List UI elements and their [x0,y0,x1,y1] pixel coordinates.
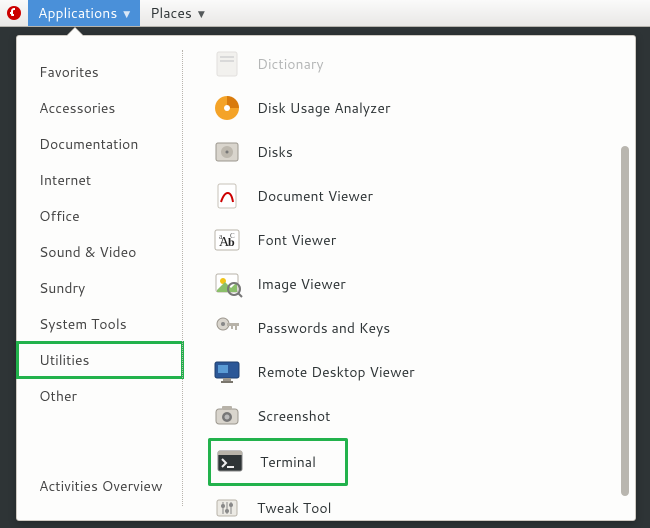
remote-desktop-icon [211,356,243,388]
tweak-tool-icon [211,492,243,520]
app-item-disk-usage-analyzer[interactable]: Disk Usage Analyzer [211,86,635,130]
app-item-disks[interactable]: Disks [211,130,635,174]
activities-overview[interactable]: Activities Overview [17,466,183,506]
sidebar-item-label: Other [39,386,77,406]
sidebar-item-favorites[interactable]: Favorites [17,54,183,90]
sidebar-item-accessories[interactable]: Accessories [17,90,183,126]
app-item-font-viewer[interactable]: AbaC Font Viewer [211,218,635,262]
sidebar-item-office[interactable]: Office [17,198,183,234]
activities-overview-label: Activities Overview [39,476,162,496]
sidebar-item-sundry[interactable]: Sundry [17,270,183,306]
app-item-tweak-tool[interactable]: Tweak Tool [211,486,635,520]
sidebar-item-other[interactable]: Other [17,378,183,414]
sidebar-item-documentation[interactable]: Documentation [17,126,183,162]
sidebar-item-label: Internet [39,170,91,190]
sidebar-item-utilities[interactable]: Utilities [17,342,183,378]
sidebar-item-label: Utilities [39,350,90,370]
app-item-label: Image Viewer [257,274,346,294]
applications-menu[interactable]: Applications ▼ [28,0,140,26]
sidebar-item-label: Accessories [39,98,115,118]
places-menu[interactable]: Places ▼ [140,0,215,26]
places-label: Places [150,3,192,23]
app-item-remote-desktop-viewer[interactable]: Remote Desktop Viewer [211,350,635,394]
sidebar-item-label: Sundry [39,278,85,298]
distro-logo-icon [0,0,28,26]
sidebar-item-label: Documentation [39,134,138,154]
image-viewer-icon [211,268,243,300]
app-item-label: Disks [257,142,293,162]
sidebar-item-label: System Tools [39,314,127,334]
app-item-document-viewer[interactable]: Document Viewer [211,174,635,218]
app-item-label: Terminal [260,452,316,472]
app-item-label: Disk Usage Analyzer [257,98,390,118]
svg-text:C: C [230,232,235,240]
app-item-terminal[interactable]: Terminal [208,438,348,486]
sidebar-item-label: Office [39,206,80,226]
applications-popup: Favorites Accessories Documentation Interne… [16,35,636,521]
app-item-label: Tweak Tool [257,498,331,518]
svg-text:a: a [219,232,223,241]
app-item-label: Passwords and Keys [257,318,390,338]
app-item-label: Font Viewer [257,230,336,250]
terminal-icon [214,446,246,478]
scrollbar[interactable] [621,146,629,500]
app-item-dictionary[interactable]: Dictionary [211,42,635,86]
chevron-down-icon: ▼ [198,7,205,20]
sidebar-item-internet[interactable]: Internet [17,162,183,198]
app-item-label: Remote Desktop Viewer [257,362,415,382]
passwords-keys-icon [211,312,243,344]
category-sidebar: Favorites Accessories Documentation Interne… [17,36,183,520]
app-item-screenshot[interactable]: Screenshot [211,394,635,438]
applications-list: Dictionary Disk Usage Analyzer Disks Docume… [183,36,635,520]
sidebar-item-sound-video[interactable]: Sound & Video [17,234,183,270]
scrollbar-thumb[interactable] [621,146,629,496]
sidebar-item-label: Sound & Video [39,242,136,262]
screenshot-icon [211,400,243,432]
document-viewer-icon [211,180,243,212]
disk-usage-icon [211,92,243,124]
sidebar-item-system-tools[interactable]: System Tools [17,306,183,342]
app-item-passwords-and-keys[interactable]: Passwords and Keys [211,306,635,350]
app-item-label: Screenshot [257,406,330,426]
app-item-label: Document Viewer [257,186,373,206]
disks-icon [211,136,243,168]
top-panel: Applications ▼ Places ▼ [0,0,650,27]
app-item-image-viewer[interactable]: Image Viewer [211,262,635,306]
dictionary-icon [211,48,243,80]
sidebar-item-label: Favorites [39,62,99,82]
applications-label: Applications [38,3,117,23]
font-viewer-icon: AbaC [211,224,243,256]
chevron-down-icon: ▼ [123,7,130,20]
app-item-label: Dictionary [257,54,324,74]
